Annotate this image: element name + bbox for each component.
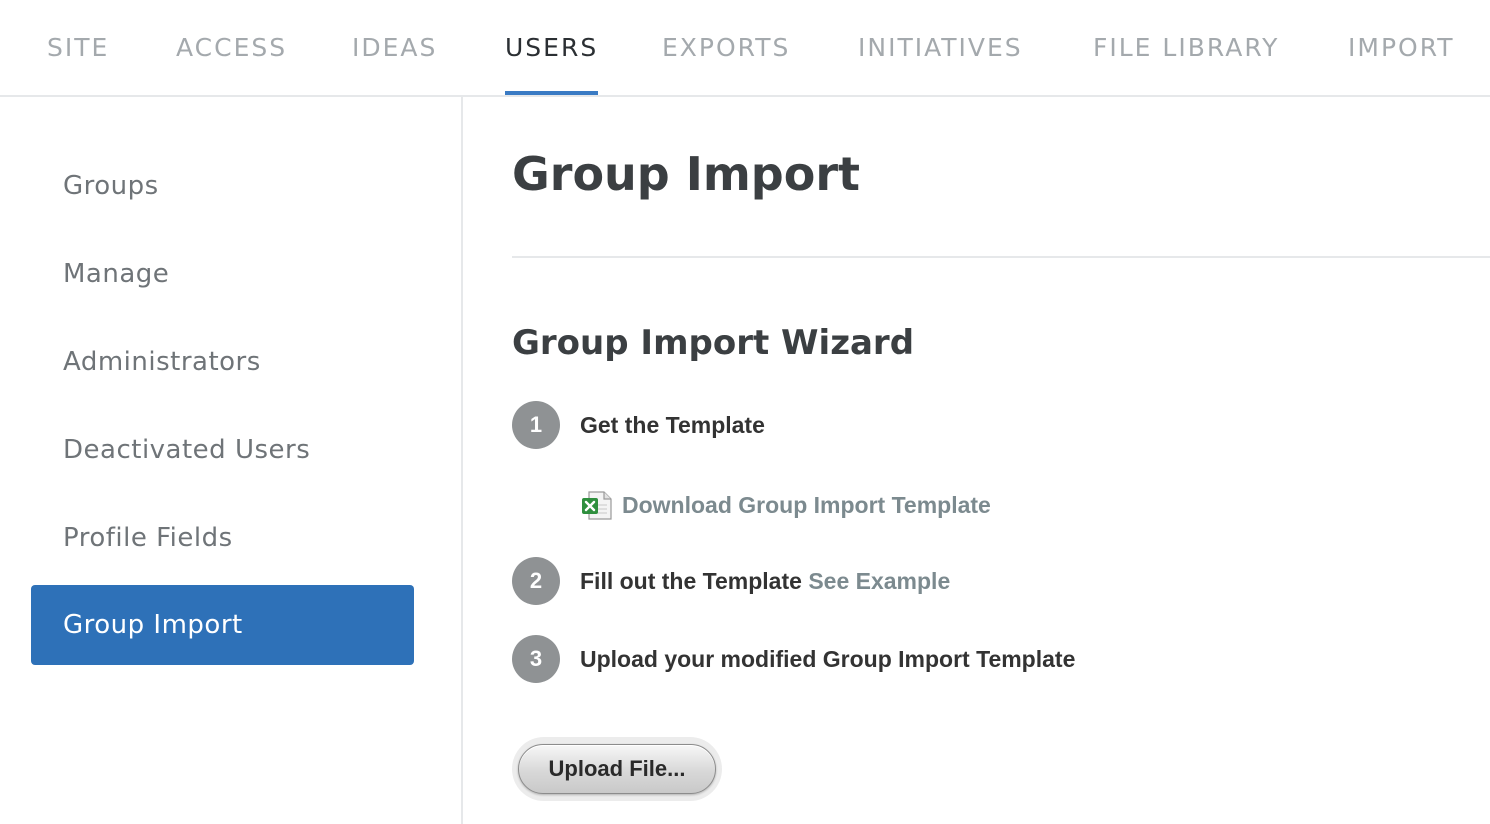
tab-exports[interactable]: EXPORTS — [662, 0, 790, 95]
tab-initiatives[interactable]: INITIATIVES — [858, 0, 1023, 95]
upload-button-wrapper: Upload File... — [512, 737, 722, 801]
sidebar-item-manage[interactable]: Manage — [31, 234, 414, 314]
sidebar-item-deactivated-users[interactable]: Deactivated Users — [31, 410, 414, 490]
download-template-link[interactable]: Download Group Import Template — [622, 492, 991, 519]
sidebar-item-groups[interactable]: Groups — [31, 146, 414, 226]
step-1-text: Get the Template — [580, 412, 765, 438]
tab-file-library[interactable]: FILE LIBRARY — [1093, 0, 1279, 95]
tab-users[interactable]: USERS — [505, 0, 599, 95]
tab-import[interactable]: IMPORT — [1348, 0, 1455, 95]
tab-site[interactable]: SITE — [47, 0, 109, 95]
upload-file-button[interactable]: Upload File... — [518, 744, 716, 794]
main-content: Group Import Group Import Wizard 1 Get t… — [512, 97, 1490, 824]
excel-file-icon — [580, 488, 614, 522]
sidebar-item-profile-fields[interactable]: Profile Fields — [31, 498, 414, 578]
tab-access[interactable]: ACCESS — [176, 0, 287, 95]
step-3-text: Upload your modified Group Import Templa… — [580, 646, 1076, 672]
step-2-text: Fill out the Template — [580, 568, 802, 594]
tab-ideas[interactable]: IDEAS — [352, 0, 437, 95]
step-2-text-row: Fill out the Template See Example — [580, 567, 950, 595]
step-1-badge: 1 — [512, 401, 560, 449]
top-nav: SITE ACCESS IDEAS USERS EXPORTS INITIATI… — [0, 0, 1490, 97]
sidebar-item-administrators[interactable]: Administrators — [31, 322, 414, 402]
sidebar-item-group-import[interactable]: Group Import — [31, 585, 414, 665]
wizard-title: Group Import Wizard — [512, 323, 915, 363]
divider — [512, 256, 1490, 258]
step-2-badge: 2 — [512, 557, 560, 605]
step-3-badge: 3 — [512, 635, 560, 683]
sidebar: Groups Manage Administrators Deactivated… — [0, 97, 463, 824]
page-title: Group Import — [512, 147, 860, 201]
see-example-link[interactable]: See Example — [808, 568, 950, 594]
download-template-row[interactable]: Download Group Import Template — [580, 487, 991, 523]
